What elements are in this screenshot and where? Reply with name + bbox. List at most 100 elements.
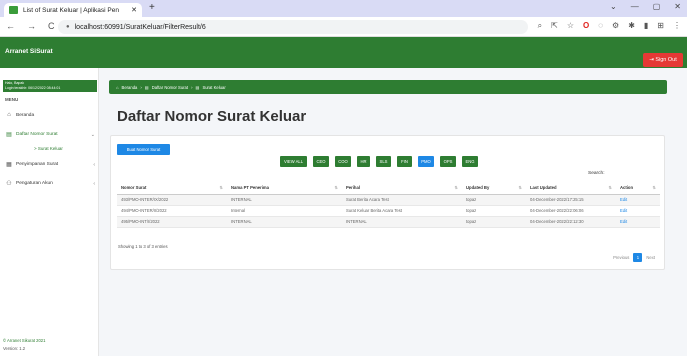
sidebar: Halo, Bapak Login terakhir: 06/12/2022 0…	[0, 68, 99, 356]
table-row: 495/PMO-INT/I/2022 INTERNAL INTERNAL top…	[117, 216, 660, 228]
sidebar-item-label: Beranda	[16, 112, 35, 118]
settings-extension-icon[interactable]: ⚙	[612, 21, 619, 31]
cell-nama-pt: INTERNAL	[227, 194, 342, 206]
tab-search-icon[interactable]: ⌄	[610, 2, 617, 11]
edit-link[interactable]: Edit	[616, 194, 660, 206]
filter-eng-button[interactable]: ENG	[462, 156, 478, 167]
edit-link[interactable]: Edit	[616, 216, 660, 228]
sidebar-item-label: Pengaturan Akun	[16, 181, 53, 186]
sidebar-item-penyimpanan-surat[interactable]: ▦ Penyimpanan Surat ‹	[5, 161, 95, 169]
reload-icon[interactable]: C	[48, 21, 55, 31]
minimize-icon[interactable]: —	[631, 2, 639, 11]
browser-tab-bar: List of Surat Keluar | Aplikasi Pen ✕ + …	[0, 0, 687, 17]
col-nama-pt-penerima[interactable]: Nama PT Penerima ⇅	[227, 182, 342, 195]
col-perihal[interactable]: Perihal ⇅	[342, 182, 462, 195]
restore-icon[interactable]: ▢	[653, 2, 661, 11]
breadcrumb-separator: ›	[191, 84, 193, 90]
breadcrumb-separator: ›	[140, 84, 142, 90]
cell-last-updated: 04-December-2022/17:25:15	[526, 194, 616, 206]
browser-tab[interactable]: List of Surat Keluar | Aplikasi Pen ✕	[4, 3, 142, 17]
close-window-icon[interactable]: ✕	[674, 2, 681, 11]
archive-icon: ▦	[6, 162, 12, 168]
edit-link[interactable]: Edit	[616, 205, 660, 217]
home-icon: ⌂	[7, 112, 11, 118]
zoom-icon[interactable]: ⌕	[538, 21, 542, 31]
cell-nomor-surat: 493/PMO-INTER/IX/2022	[117, 194, 227, 206]
col-action[interactable]: Action ⇅	[616, 182, 660, 195]
cell-perihal: INTERNAL	[342, 216, 462, 228]
cell-updated-by: topaz	[462, 216, 526, 228]
filter-sls-button[interactable]: SLS	[376, 156, 391, 167]
forward-icon[interactable]: →	[27, 21, 36, 31]
back-icon[interactable]: ←	[6, 21, 15, 31]
previous-button[interactable]: Previous	[613, 255, 629, 260]
sidebar-item-pengaturan-akun[interactable]: ⚇ Pengaturan Akun ‹	[5, 180, 95, 188]
sidebar-item-label: Daftar Nomor Surat	[16, 132, 58, 137]
search-label: Search:	[588, 171, 605, 176]
chevron-down-icon: ⌄	[90, 131, 95, 138]
info-icon[interactable]: ●	[66, 24, 70, 30]
cell-nama-pt: INTERNAL	[227, 216, 342, 228]
user-info-box: Halo, Bapak Login terakhir: 06/12/2022 0…	[3, 80, 97, 92]
url-field[interactable]: ● localhost:60991/SuratKeluar/FilterResu…	[58, 20, 528, 34]
footer-version: Version: 1.2	[3, 346, 26, 351]
sign-out-button[interactable]: ⇥ Sign Out	[643, 53, 683, 67]
next-button[interactable]: Next	[646, 255, 655, 260]
puzzle-icon[interactable]: ✱	[628, 21, 635, 31]
chevron-left-icon: ‹	[93, 161, 95, 168]
document-icon: ▤	[195, 84, 200, 90]
footer-copyright: © Arranet Sikurat 2021	[3, 338, 46, 343]
filter-hr-button[interactable]: HR	[357, 156, 370, 167]
filter-ops-button[interactable]: OPS	[440, 156, 456, 167]
users-icon: ⚇	[6, 181, 12, 187]
menu-label: MENU	[5, 97, 19, 102]
filter-view-all-button[interactable]: VIEW ALL	[280, 156, 307, 167]
sidebar-subitem-surat-keluar[interactable]: > Surat Keluar	[34, 146, 63, 151]
col-nomor-surat[interactable]: Nomor Surat ⇅	[117, 182, 227, 195]
breadcrumb-beranda[interactable]: Beranda	[122, 85, 138, 90]
profile-icon[interactable]: ⊞	[657, 21, 664, 31]
share-icon[interactable]: ⇱	[551, 21, 558, 31]
col-updated-by[interactable]: Updated By ⇅	[462, 182, 526, 195]
extension-icon[interactable]: ◌	[598, 21, 603, 31]
cell-perihal: Surat Keluar Berita Acara Test	[342, 205, 462, 217]
address-bar-row: ← → C ● localhost:60991/SuratKeluar/Filt…	[0, 17, 687, 37]
cell-updated-by: topaz	[462, 194, 526, 206]
filter-coo-button[interactable]: COO	[335, 156, 351, 167]
menu-icon[interactable]: ⋮	[673, 21, 681, 31]
cell-nama-pt: Internal	[227, 205, 342, 217]
sidebar-item-beranda[interactable]: ⌂ Beranda	[5, 112, 95, 118]
filter-button-group: VIEW ALL CEO COO HR SLS FIN PMO OPS ENG	[280, 156, 484, 167]
chevron-left-icon: ‹	[93, 180, 95, 187]
breadcrumb-daftar-nomor-surat[interactable]: Daftar Nomor Surat	[152, 85, 188, 90]
last-login: Login terakhir: 06/12/2022 08:44:01	[5, 85, 61, 90]
sidebar-item-label: Penyimpanan Surat	[16, 162, 59, 167]
tab-close-icon[interactable]: ✕	[131, 6, 137, 14]
new-tab-button[interactable]: +	[149, 3, 155, 13]
brand-title[interactable]: Arranet SiSurat	[5, 48, 53, 55]
cell-updated-by: topaz	[462, 205, 526, 217]
page-1-button[interactable]: 1	[633, 253, 643, 262]
filter-ceo-button[interactable]: CEO	[313, 156, 329, 167]
cell-last-updated: 04-December-2022/22:12:30	[526, 216, 616, 228]
buat-nomor-surat-button[interactable]: Buat Nomor Surat	[117, 144, 170, 155]
sidepanel-icon[interactable]: ▮	[644, 21, 648, 31]
breadcrumb: ⌂ Beranda › ▤ Daftar Nomor Surat › ▤ Sur…	[109, 80, 667, 94]
opera-extension-icon[interactable]: O	[583, 21, 589, 31]
cell-perihal: Surat Berita Acara Test	[342, 194, 462, 206]
table-info: Showing 1 to 3 of 3 entries	[118, 244, 168, 249]
sign-out-label: Sign Out	[655, 57, 677, 63]
cell-nomor-surat: 495/PMO-INT/I/2022	[117, 216, 227, 228]
tab-title: List of Surat Keluar | Aplikasi Pen	[23, 6, 119, 14]
document-icon: ▤	[144, 84, 149, 90]
home-icon: ⌂	[116, 84, 119, 90]
col-last-updated[interactable]: Last Updated ⇅	[526, 182, 616, 195]
filter-fin-button[interactable]: FIN	[397, 156, 412, 167]
sidebar-item-daftar-nomor-surat[interactable]: ▤ Daftar Nomor Surat ⌄	[5, 131, 95, 139]
bookmark-star-icon[interactable]: ☆	[567, 21, 574, 31]
filter-pmo-button[interactable]: PMO	[418, 156, 434, 167]
app-navbar: Arranet SiSurat ⇥ Sign Out	[0, 37, 687, 68]
table-row: 494/PMO-INTER/II/2022 Internal Surat Kel…	[117, 205, 660, 217]
surat-keluar-table: Nomor Surat ⇅ Nama PT Penerima ⇅ Perihal ⇅ …	[117, 182, 660, 228]
document-icon: ▤	[6, 132, 12, 138]
